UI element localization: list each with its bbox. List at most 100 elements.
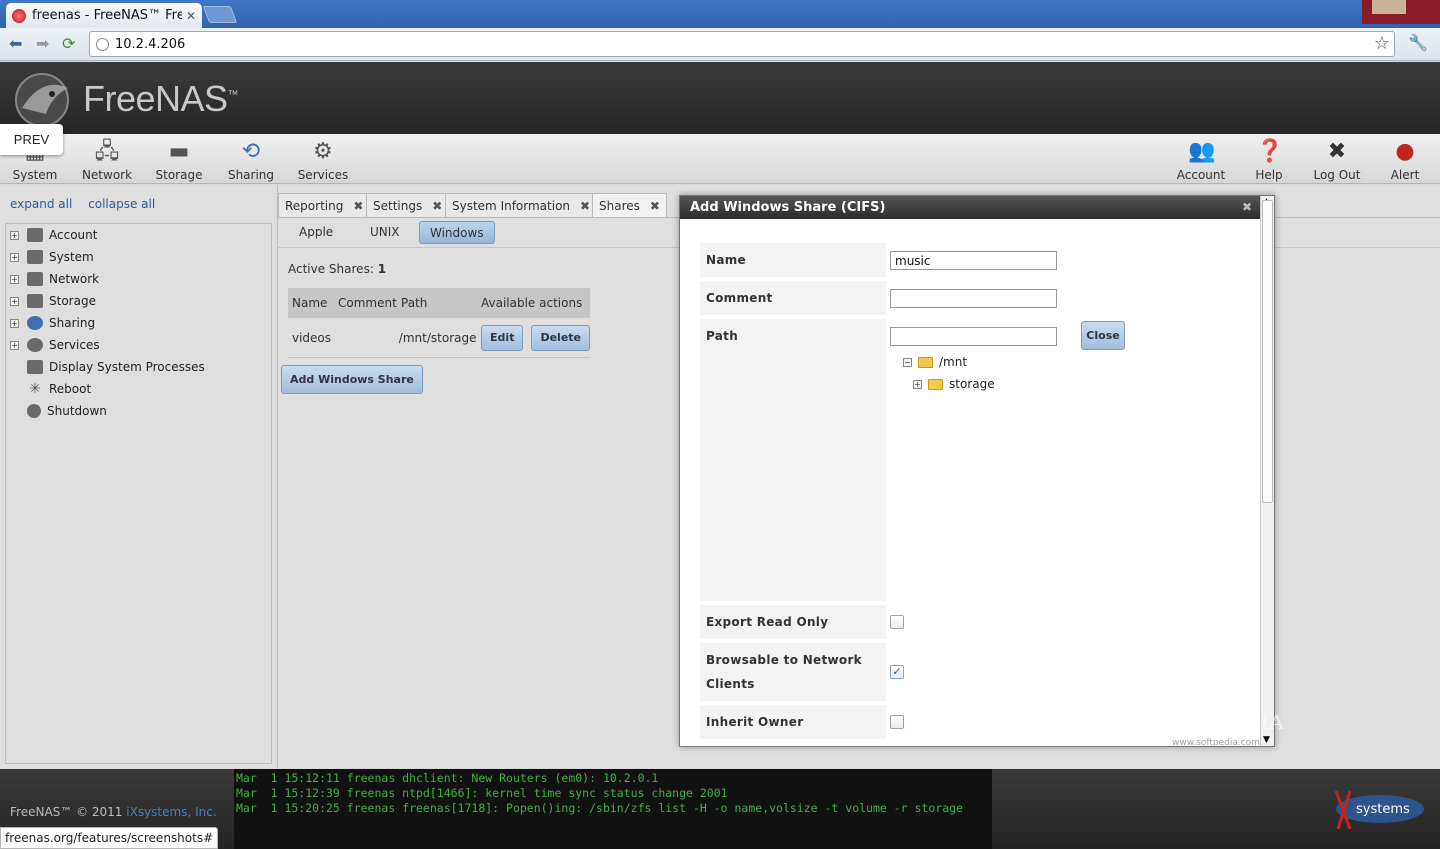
- tab-system-information[interactable]: System Information ✖: [445, 193, 598, 217]
- expand-icon[interactable]: +: [10, 230, 19, 240]
- copyright: FreeNAS™ © 2011 iXsystems, Inc.: [10, 805, 217, 819]
- column-header-comment: Comment: [338, 296, 397, 310]
- menu-storage[interactable]: ▬ Storage: [144, 138, 214, 182]
- shutdown-icon: [27, 404, 41, 418]
- services-icon: ⚙: [313, 139, 333, 164]
- menu-help-label: Help: [1255, 168, 1283, 182]
- tree-item-label: Shutdown: [47, 404, 107, 418]
- back-arrow-icon[interactable]: ⬅: [9, 34, 22, 53]
- address-url: 10.2.4.206: [115, 37, 186, 52]
- expand-all-link[interactable]: expand all: [10, 197, 72, 211]
- expand-icon[interactable]: +: [10, 252, 19, 262]
- close-tab-icon[interactable]: ✕: [186, 9, 196, 23]
- softpedia-url: www.softpedia.com: [1172, 738, 1260, 748]
- dialog-title: Add Windows Share (CIFS) ✖: [680, 196, 1262, 219]
- delete-button[interactable]: Delete: [531, 324, 590, 351]
- menu-services-label: Services: [297, 168, 349, 182]
- bookmark-star-icon[interactable]: ☆: [1374, 33, 1390, 54]
- tree-item-label: Reboot: [49, 382, 92, 396]
- column-header-actions: Available actions: [481, 296, 583, 310]
- menu-account[interactable]: 👥 Account: [1166, 138, 1236, 182]
- export-read-only-checkbox[interactable]: [890, 615, 904, 629]
- tree-item-network[interactable]: + Network: [10, 268, 99, 290]
- expand-icon[interactable]: +: [10, 318, 19, 328]
- shares-table: Name Comment Path Available actions vide…: [288, 288, 590, 358]
- collapse-icon[interactable]: −: [903, 357, 912, 367]
- edit-button[interactable]: Edit: [481, 324, 524, 351]
- tree-item-display-processes[interactable]: Display System Processes: [10, 356, 205, 378]
- new-tab-button[interactable]: [202, 6, 238, 23]
- expand-icon[interactable]: +: [10, 340, 19, 350]
- scrollbar-thumb[interactable]: [1262, 200, 1273, 503]
- expand-icon[interactable]: +: [10, 274, 19, 284]
- tree-item-shutdown[interactable]: Shutdown: [10, 400, 107, 422]
- tree-item-storage[interactable]: + Storage: [10, 290, 96, 312]
- dialog-close-icon[interactable]: ✖: [1242, 200, 1252, 214]
- brand-name: FreeNAS™: [83, 78, 239, 119]
- forward-arrow-icon[interactable]: ➡: [36, 34, 49, 53]
- subtab-unix[interactable]: UNIX: [360, 221, 410, 244]
- inherit-owner-checkbox[interactable]: [890, 715, 904, 729]
- tree-item-label: Sharing: [49, 316, 96, 330]
- address-bar[interactable]: 10.2.4.206 ☆: [89, 31, 1395, 57]
- close-tab-icon[interactable]: ✖: [432, 199, 442, 213]
- tree-item-system[interactable]: + System: [10, 246, 94, 268]
- company-link[interactable]: iXsystems, Inc.: [126, 805, 216, 819]
- collapse-all-link[interactable]: collapse all: [88, 197, 155, 211]
- menu-help[interactable]: ❓ Help: [1234, 138, 1304, 182]
- browser-tabstrip: freenas - FreeNAS™ Fre ✕: [0, 0, 1440, 28]
- browser-tab[interactable]: freenas - FreeNAS™ Fre ✕: [6, 3, 202, 28]
- menu-services[interactable]: ⚙ Services: [288, 138, 358, 182]
- network-icon: 🖧: [94, 139, 120, 164]
- network-icon: [27, 272, 43, 286]
- wrench-icon[interactable]: 🔧: [1408, 33, 1428, 52]
- dialog-scrollbar[interactable]: ▲ ▼: [1260, 196, 1274, 746]
- left-panel: expand all collapse all + Account + Syst…: [0, 185, 276, 768]
- folder-tree-child[interactable]: + storage: [913, 377, 995, 391]
- folder-icon: [928, 378, 943, 390]
- tab-shares[interactable]: Shares ✖: [592, 193, 667, 217]
- storage-icon: [27, 294, 43, 308]
- close-tab-icon[interactable]: ✖: [650, 199, 660, 213]
- name-field[interactable]: [890, 251, 1057, 270]
- tab-reporting[interactable]: Reporting ✖: [278, 193, 371, 217]
- folder-tree-root[interactable]: − /mnt: [903, 355, 967, 369]
- logout-icon: ✖: [1327, 139, 1347, 164]
- close-tab-icon[interactable]: ✖: [580, 199, 590, 213]
- tree-item-reboot[interactable]: ✳ Reboot: [10, 378, 91, 400]
- menu-network[interactable]: 🖧 Network: [72, 138, 142, 182]
- prev-button[interactable]: PREV: [0, 124, 63, 155]
- expand-icon[interactable]: +: [10, 296, 19, 306]
- menu-logout[interactable]: ✖ Log Out: [1302, 138, 1372, 182]
- main-menu: ▦ System 🖧 Network ▬ Storage ⟲ Sharing ⚙…: [0, 134, 1440, 184]
- column-header-name: Name: [292, 296, 328, 310]
- close-tab-icon[interactable]: ✖: [353, 199, 363, 213]
- scroll-down-icon[interactable]: ▼: [1263, 735, 1270, 745]
- path-field[interactable]: [890, 327, 1057, 346]
- globe-icon: [96, 38, 109, 51]
- reload-icon[interactable]: ⟳: [62, 34, 75, 53]
- tab-settings[interactable]: Settings ✖: [366, 193, 450, 217]
- tree-item-label: Storage: [49, 294, 96, 308]
- tree-item-sharing[interactable]: + Sharing: [10, 312, 95, 334]
- status-bar-url: freenas.org/features/screenshots#: [0, 827, 219, 849]
- tab-label: Reporting: [285, 199, 344, 213]
- tree-item-label: Display System Processes: [49, 360, 205, 374]
- browsable-checkbox[interactable]: ✓: [890, 665, 904, 679]
- path-row: Path: [700, 319, 1262, 601]
- menu-alert-label: Alert: [1390, 168, 1420, 182]
- close-button[interactable]: Close: [1081, 321, 1125, 350]
- comment-field[interactable]: [890, 289, 1057, 308]
- subtab-windows[interactable]: Windows: [419, 221, 495, 244]
- freenas-shark-logo-icon: [15, 73, 69, 127]
- menu-alert[interactable]: ● Alert: [1370, 138, 1440, 182]
- tree-item-services[interactable]: + Services: [10, 334, 100, 356]
- menu-sharing[interactable]: ⟲ Sharing: [216, 138, 286, 182]
- add-windows-share-button[interactable]: Add Windows Share: [281, 365, 423, 394]
- menu-storage-label: Storage: [155, 168, 203, 182]
- tree-item-account[interactable]: + Account: [10, 224, 97, 246]
- expand-icon[interactable]: +: [913, 379, 922, 389]
- subtab-apple[interactable]: Apple: [289, 221, 343, 244]
- tree-item-label: Network: [49, 272, 100, 286]
